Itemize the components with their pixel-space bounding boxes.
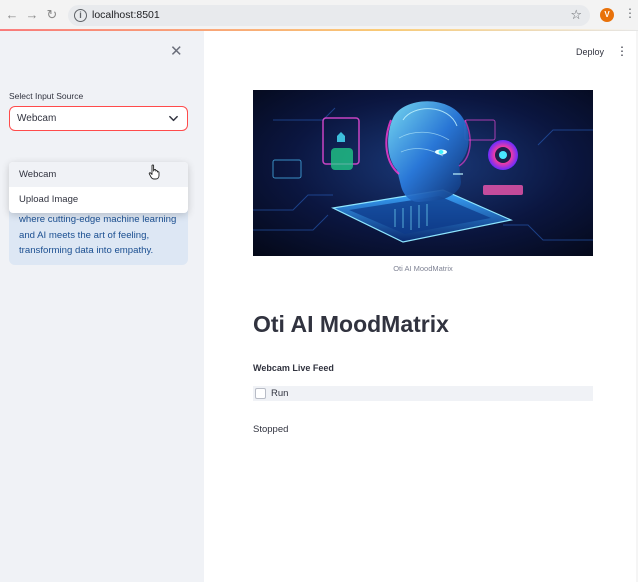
option-label: Webcam bbox=[19, 169, 57, 180]
profile-avatar[interactable]: V bbox=[600, 8, 614, 22]
dropdown-option-upload-image[interactable]: Upload Image bbox=[9, 187, 188, 212]
dropdown-option-webcam[interactable]: Webcam bbox=[9, 162, 188, 187]
browser-toolbar: ← → ↻ i localhost:8501 ☆ V ⋮ bbox=[0, 0, 638, 31]
status-text: Stopped bbox=[253, 424, 289, 435]
image-caption: Oti AI MoodMatrix bbox=[393, 264, 453, 273]
url-text[interactable]: localhost:8501 bbox=[92, 9, 160, 21]
main-menu-icon[interactable]: ⋮ bbox=[616, 45, 628, 57]
address-bar[interactable]: i localhost:8501 ☆ bbox=[68, 5, 590, 26]
run-checkbox[interactable] bbox=[255, 388, 266, 399]
reload-icon[interactable]: ↻ bbox=[44, 7, 60, 23]
webcam-live-feed-header: Webcam Live Feed bbox=[253, 363, 334, 373]
select-value: Webcam bbox=[17, 113, 57, 124]
chevron-down-icon bbox=[169, 115, 178, 122]
ai-face-illustration bbox=[253, 90, 593, 256]
bookmark-star-icon[interactable]: ☆ bbox=[570, 7, 582, 23]
input-source-select[interactable]: Webcam bbox=[9, 106, 188, 131]
back-icon[interactable]: ← bbox=[4, 7, 20, 23]
select-dropdown-menu: Webcam Upload Image bbox=[9, 162, 188, 213]
option-label: Upload Image bbox=[19, 194, 79, 205]
select-input-source-label: Select Input Source bbox=[9, 91, 84, 101]
page-title: Oti AI MoodMatrix bbox=[253, 311, 449, 337]
browser-menu-icon[interactable]: ⋮ bbox=[624, 7, 636, 19]
sidebar: ✕ Select Input Source Webcam Unlocking t… bbox=[0, 31, 204, 582]
hero-image bbox=[253, 90, 593, 256]
site-info-icon[interactable]: i bbox=[74, 9, 87, 22]
deploy-button[interactable]: Deploy bbox=[576, 47, 604, 57]
run-checkbox-label[interactable]: Run bbox=[271, 388, 288, 399]
hand-cursor-icon bbox=[148, 164, 160, 180]
close-sidebar-icon[interactable]: ✕ bbox=[170, 44, 183, 59]
run-checkbox-row[interactable]: Run bbox=[253, 386, 593, 401]
forward-icon[interactable]: → bbox=[24, 7, 40, 23]
